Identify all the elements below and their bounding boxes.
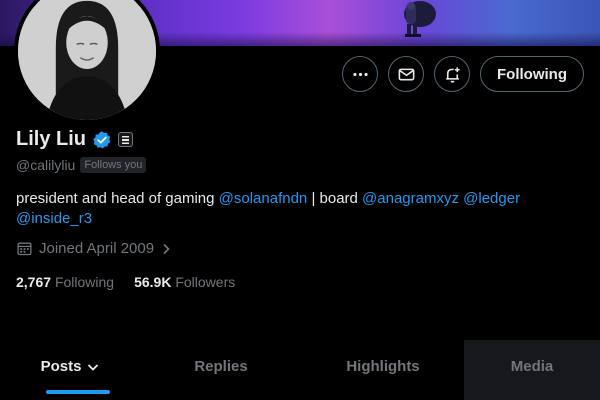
followers-stat[interactable]: 56.9K Followers [134,274,235,290]
calendar-icon [17,242,32,256]
bell-plus-icon [445,66,460,83]
tab-replies[interactable]: Replies [140,340,302,400]
bio-text: | board [307,190,363,207]
verified-badge-icon[interactable] [92,130,112,150]
joined-date: Joined April 2009 [39,240,155,257]
tab-media-label: Media [510,358,554,375]
bio-mention-solanafndn[interactable]: @solanafndn [219,190,308,207]
tab-highlights-label: Highlights [346,358,420,375]
name-row: Lily Liu [16,128,133,151]
bio-text: president and head of gaming [16,190,219,207]
bio-mention-anagramxyz[interactable]: @anagramxyz [362,190,459,207]
active-tab-indicator [46,390,110,394]
tab-highlights[interactable]: Highlights [302,340,464,400]
message-button[interactable] [388,56,425,92]
avatar-photo [18,0,156,120]
joined-date-row[interactable]: Joined April 2009 [16,240,172,257]
chevron-right-icon [163,243,170,254]
following-button[interactable]: Following [480,56,584,92]
envelope-icon [398,68,414,80]
profile-tabs: Posts Replies Highlights Media [0,340,600,400]
username-handle: @calilyliu [16,157,76,173]
ellipsis-icon [352,72,368,76]
profile-actions: Following [342,56,584,92]
follow-stats: 2,767 Following 56.9K Followers [16,274,235,290]
tab-posts[interactable]: Posts [0,340,140,400]
handle-row: @calilyliu Follows you [16,157,147,173]
display-name: Lily Liu [16,128,86,150]
following-label: Following [54,274,115,290]
followers-count: 56.9K [134,274,172,290]
tab-media[interactable]: Media [464,340,600,400]
notifications-button[interactable] [434,56,471,92]
more-button[interactable] [342,56,379,92]
following-count: 2,767 [16,274,52,290]
chevron-down-icon [88,363,99,371]
bio-mention-inside-r3[interactable]: @inside_r3 [16,210,92,227]
profile-avatar[interactable] [14,0,160,124]
followers-label: Followers [175,274,236,290]
profile-bio: president and head of gaming @solanafndn… [16,189,576,229]
follows-you-badge: Follows you [80,157,147,173]
following-stat[interactable]: 2,767 Following [16,274,114,290]
tab-posts-label: Posts [40,358,82,375]
affiliation-badge-icon[interactable] [118,132,133,147]
tab-replies-label: Replies [194,358,248,375]
bio-mention-ledger[interactable]: @ledger [463,190,520,207]
